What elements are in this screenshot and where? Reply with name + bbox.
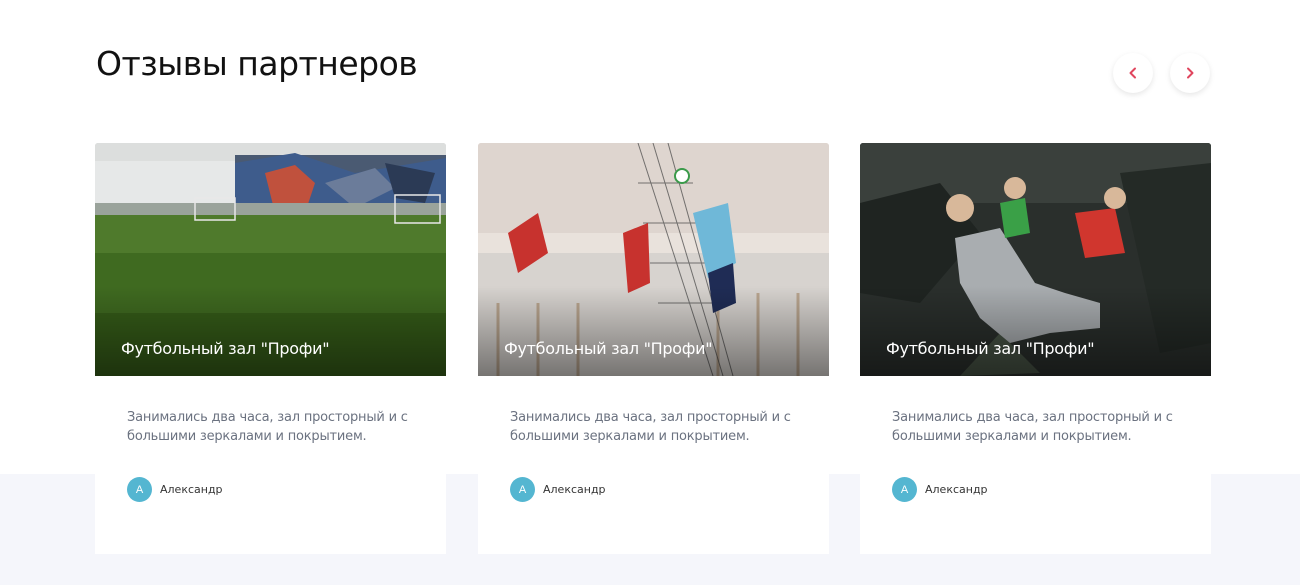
review-author: А Александр [892,477,988,502]
review-author: А Александр [510,477,606,502]
review-text: Занимались два часа, зал просторный и с … [127,410,408,444]
chevron-left-icon [1129,67,1136,79]
next-button[interactable] [1170,53,1210,93]
review-text: Занимались два часа, зал просторный и с … [892,410,1173,444]
review-card[interactable]: Футбольный зал "Профи" Занимались два ча… [95,143,446,554]
author-name: Александр [925,483,988,496]
section-title: Отзывы партнеров [96,44,418,83]
author-name: Александр [543,483,606,496]
card-title: Футбольный зал "Профи" [121,339,330,358]
review-author: А Александр [127,477,223,502]
card-title: Футбольный зал "Профи" [504,339,713,358]
review-card[interactable]: Футбольный зал "Профи" Занимались два ча… [860,143,1211,554]
review-text: Занимались два часа, зал просторный и с … [510,410,791,444]
prev-button[interactable] [1113,53,1153,93]
chevron-right-icon [1187,67,1194,79]
avatar: А [892,477,917,502]
avatar: А [510,477,535,502]
author-name: Александр [160,483,223,496]
review-card[interactable]: Футбольный зал "Профи" Занимались два ча… [478,143,829,554]
avatar: А [127,477,152,502]
card-title: Футбольный зал "Профи" [886,339,1095,358]
